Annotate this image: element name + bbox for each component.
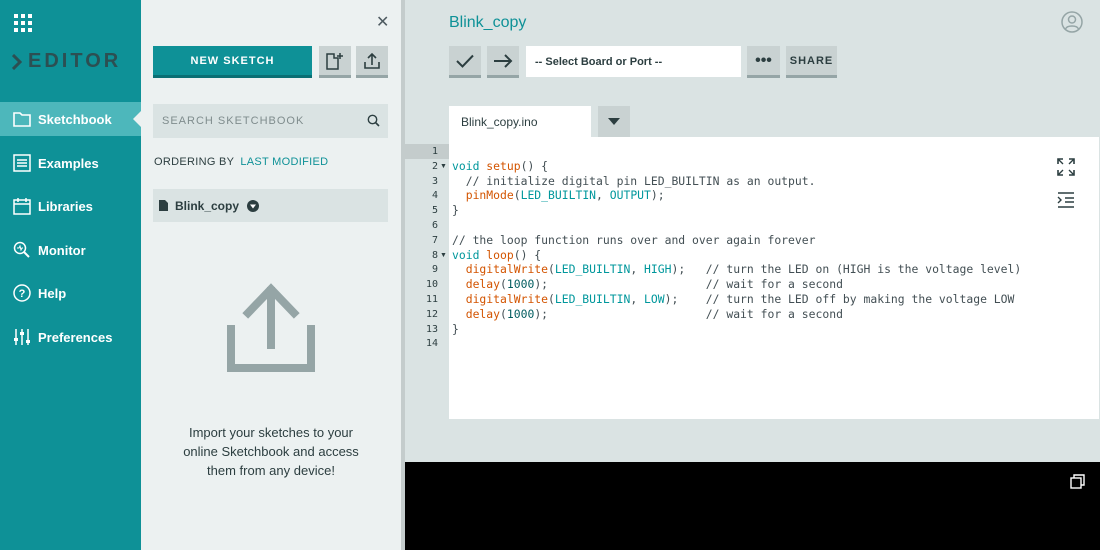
nav-label: Preferences bbox=[38, 329, 113, 345]
code-line: delay(1000); // wait for a second bbox=[465, 306, 843, 321]
search-icon[interactable] bbox=[367, 114, 380, 132]
upload-button[interactable] bbox=[487, 46, 519, 78]
line-number: 3 bbox=[431, 175, 438, 187]
line-number: 14 bbox=[425, 338, 438, 350]
upload-icon bbox=[364, 52, 380, 69]
line-number: 7 bbox=[431, 234, 438, 246]
list-icon bbox=[12, 153, 32, 173]
nav-label: Libraries bbox=[38, 198, 93, 214]
editor-logo: EDITOR bbox=[12, 50, 121, 73]
code-line: // initialize digital pin LED_BUILTIN as… bbox=[465, 173, 816, 188]
close-icon[interactable]: ✕ bbox=[376, 12, 389, 32]
line-number: 11 bbox=[425, 294, 438, 305]
line-number: 9 bbox=[431, 264, 438, 276]
line-number: 2 bbox=[431, 160, 438, 172]
code-line: pinMode(LED_BUILTIN, OUTPUT); bbox=[465, 188, 665, 203]
ordering-value[interactable]: LAST MODIFIED bbox=[240, 156, 328, 168]
help-icon: ? bbox=[12, 283, 32, 303]
nav-item-help[interactable]: ? Help bbox=[0, 276, 141, 310]
output-console bbox=[405, 462, 1100, 550]
code-line: // the loop function runs over and over … bbox=[452, 232, 816, 247]
arrow-right-icon bbox=[494, 53, 513, 68]
user-avatar-icon[interactable] bbox=[1061, 11, 1083, 33]
more-options-button[interactable]: ••• bbox=[747, 46, 780, 78]
sketch-item[interactable]: Blink_copy bbox=[153, 189, 388, 222]
ordering-label: ORDERING BY bbox=[154, 156, 235, 168]
checkmark-icon bbox=[456, 54, 474, 68]
sketch-options-icon[interactable] bbox=[247, 199, 260, 212]
nav-label: Examples bbox=[38, 155, 99, 171]
fold-caret-icon[interactable]: ▼ bbox=[440, 159, 447, 174]
nav-item-examples[interactable]: Examples bbox=[0, 146, 141, 180]
board-port-select[interactable]: -- Select Board or Port -- bbox=[526, 46, 741, 77]
nav-item-libraries[interactable]: Libraries bbox=[0, 189, 141, 223]
monitor-icon bbox=[12, 240, 32, 260]
code-line: delay(1000); // wait for a second bbox=[465, 277, 843, 292]
new-sketch-button[interactable]: NEW SKETCH bbox=[153, 46, 312, 78]
code-line: } bbox=[452, 203, 459, 218]
nav-item-monitor[interactable]: Monitor bbox=[0, 233, 141, 267]
line-number: 10 bbox=[425, 279, 438, 291]
new-folder-button[interactable] bbox=[319, 46, 351, 78]
svg-text:?: ? bbox=[19, 288, 26, 300]
nav-item-preferences[interactable]: Preferences bbox=[0, 320, 141, 354]
sliders-icon bbox=[12, 327, 32, 347]
nav-label: Sketchbook bbox=[38, 111, 112, 127]
verify-button[interactable] bbox=[449, 46, 481, 78]
copy-icon[interactable] bbox=[1070, 474, 1085, 494]
nav-item-sketchbook[interactable]: Sketchbook bbox=[0, 102, 141, 136]
file-icon bbox=[159, 200, 168, 211]
code-line: digitalWrite(LED_BUILTIN, HIGH); // turn… bbox=[465, 262, 1022, 277]
sketch-name: Blink_copy bbox=[175, 198, 240, 213]
nav-label: Monitor bbox=[38, 242, 86, 258]
apps-grid-icon[interactable] bbox=[14, 14, 32, 32]
import-hint-text: Import your sketches to your online Sket… bbox=[183, 425, 359, 478]
code-line: digitalWrite(LED_BUILTIN, LOW); // turn … bbox=[465, 292, 1015, 306]
library-icon bbox=[12, 196, 32, 216]
nav-label: Help bbox=[38, 285, 67, 301]
line-number: 4 bbox=[431, 190, 438, 202]
line-number: 5 bbox=[431, 205, 438, 217]
search-input[interactable] bbox=[162, 115, 352, 127]
upload-illustration-icon bbox=[227, 283, 315, 372]
brand-name: EDITOR bbox=[28, 50, 122, 72]
line-number: 12 bbox=[425, 308, 438, 320]
sketchbook-panel: ✕ NEW SKETCH ORDERING BY LAST MODIFIED Bl… bbox=[141, 0, 401, 550]
line-number: 6 bbox=[431, 220, 438, 231]
share-button[interactable]: SHARE bbox=[786, 46, 837, 78]
upload-sketch-button[interactable] bbox=[356, 46, 388, 78]
chevron-right-icon bbox=[12, 53, 22, 70]
fold-caret-icon[interactable]: ▼ bbox=[440, 248, 447, 263]
indent-icon[interactable] bbox=[1057, 191, 1075, 214]
sketchbook-search bbox=[153, 104, 388, 138]
line-number: 8 bbox=[431, 249, 438, 261]
tabs-menu-button[interactable] bbox=[598, 106, 630, 137]
line-number: 1 bbox=[431, 146, 438, 157]
ordering-control: ORDERING BY LAST MODIFIED bbox=[154, 156, 328, 168]
folder-icon bbox=[12, 109, 32, 129]
fullscreen-icon[interactable] bbox=[1057, 158, 1075, 181]
code-line: void loop() { bbox=[452, 247, 542, 262]
code-line: } bbox=[452, 321, 459, 336]
line-number: 13 bbox=[425, 323, 438, 335]
tab-blink-copy-ino[interactable]: Blink_copy.ino bbox=[449, 106, 591, 137]
code-line: void setup() { bbox=[452, 158, 549, 173]
caret-down-icon bbox=[608, 118, 620, 125]
sketch-title: Blink_copy bbox=[449, 14, 527, 31]
main-nav: EDITOR Sketchbook Examples Libraries Mon… bbox=[0, 0, 141, 550]
new-folder-icon bbox=[326, 52, 343, 70]
